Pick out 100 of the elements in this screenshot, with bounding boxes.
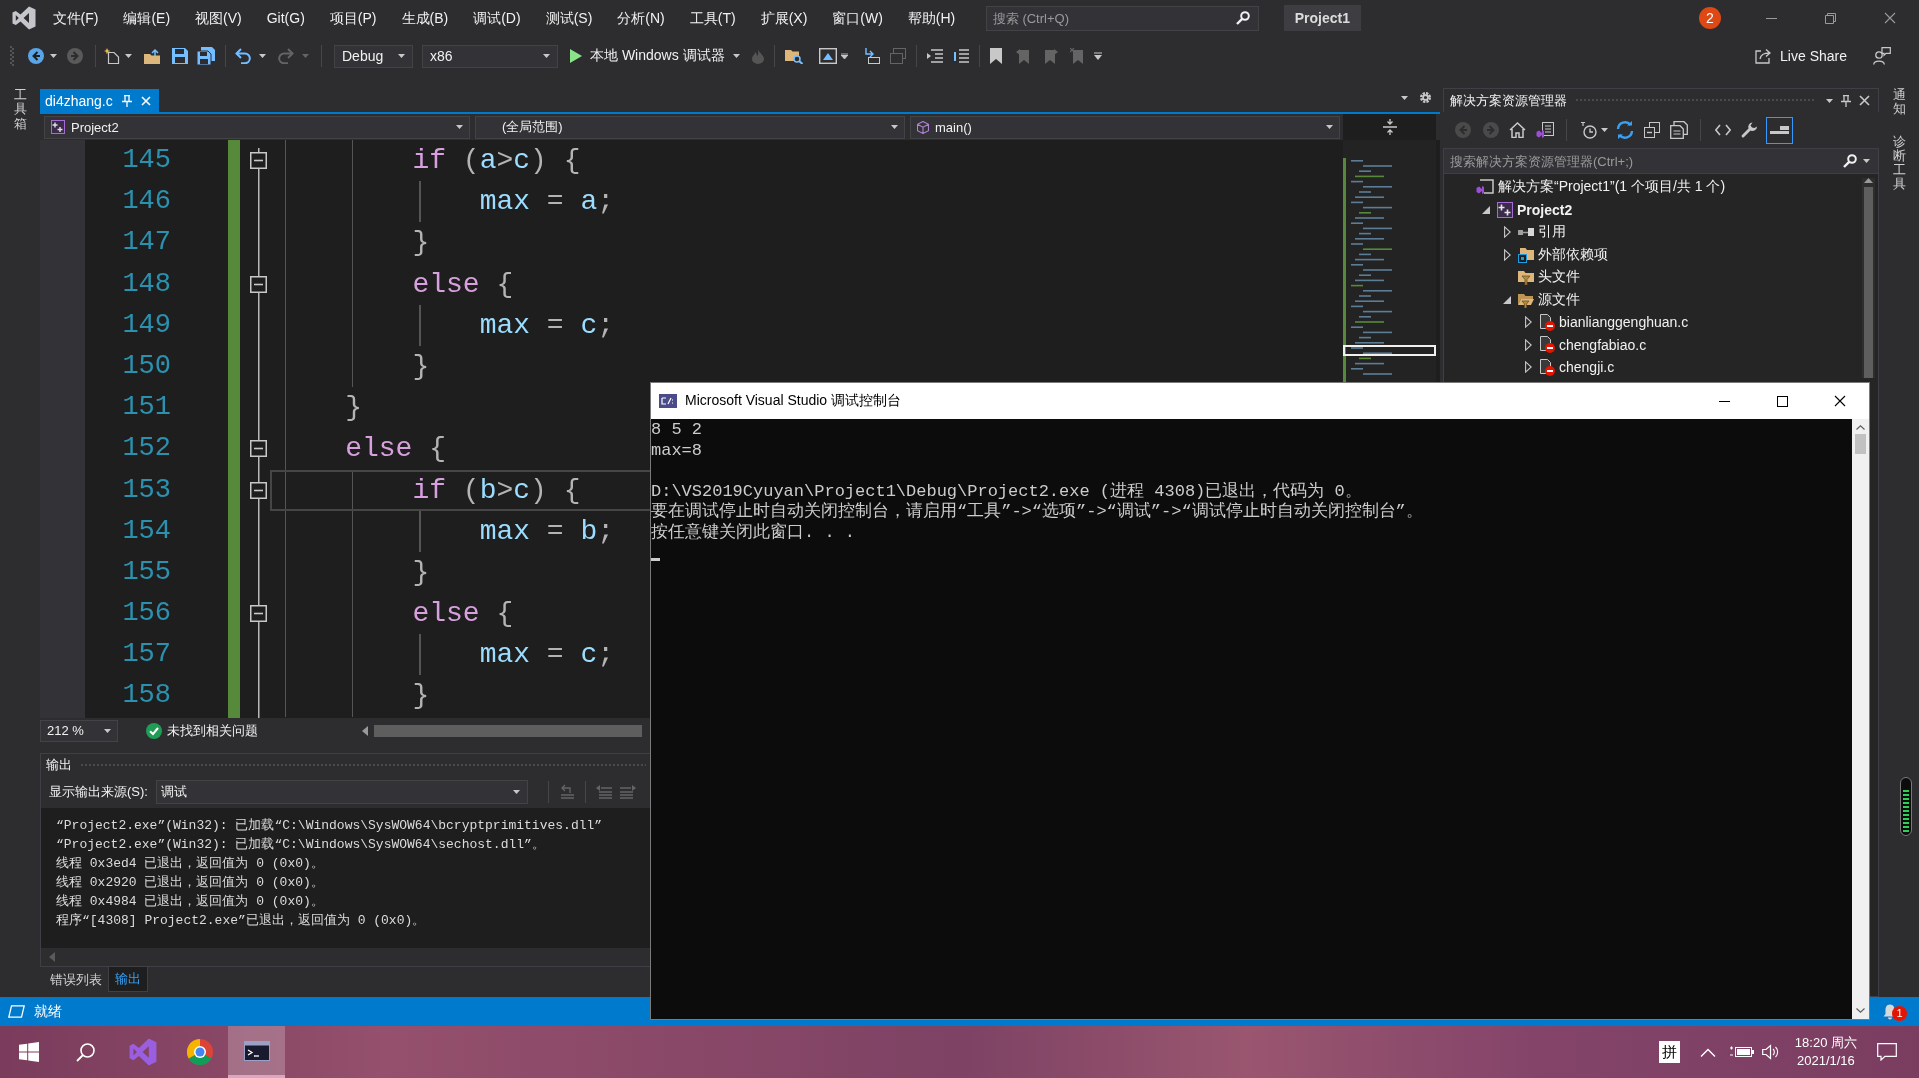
- run-button[interactable]: 本地 Windows 调试器: [570, 47, 740, 65]
- output-source-dropdown[interactable]: 调试: [155, 780, 528, 804]
- menu-item[interactable]: 生成(B): [389, 0, 461, 36]
- minimize-icon[interactable]: [1718, 400, 1730, 402]
- input-method-indicator[interactable]: 拼: [1658, 1041, 1680, 1063]
- caret-icon[interactable]: [543, 54, 550, 58]
- caret-icon[interactable]: [1401, 95, 1408, 100]
- caret-icon[interactable]: [512, 790, 520, 794]
- caret-icon[interactable]: [1326, 125, 1333, 129]
- framed-window-icon[interactable]: [818, 48, 837, 64]
- sync-icon[interactable]: [1616, 121, 1634, 139]
- tree-item[interactable]: chengji.c: [1559, 359, 1615, 376]
- bookmark-icon[interactable]: [989, 48, 1002, 64]
- menu-item[interactable]: 调试(D): [460, 0, 534, 36]
- scroll-up-icon[interactable]: [1856, 425, 1865, 430]
- notification-badge[interactable]: 2: [1699, 7, 1721, 29]
- scrollbar-thumb[interactable]: [1855, 434, 1866, 454]
- caret-icon[interactable]: [398, 54, 405, 58]
- save-all-icon[interactable]: [197, 47, 215, 65]
- history-clock-icon[interactable]: [1581, 121, 1597, 139]
- scroll-left-icon[interactable]: [362, 725, 368, 736]
- tree-item[interactable]: 外部依赖项: [1538, 245, 1608, 264]
- vertical-scrollbar[interactable]: [1852, 419, 1869, 1019]
- menu-item[interactable]: 测试(S): [533, 0, 605, 36]
- menu-item[interactable]: 扩展(X): [748, 0, 820, 36]
- folder-search-icon[interactable]: [784, 48, 803, 64]
- expanded-arrow-icon[interactable]: [1482, 205, 1490, 214]
- member-dropdown[interactable]: main(): [910, 115, 1340, 139]
- scroll-up-icon[interactable]: [1864, 178, 1873, 183]
- back-icon[interactable]: [28, 48, 44, 64]
- panel-tab[interactable]: 输出: [108, 967, 148, 992]
- caret-icon[interactable]: [125, 54, 132, 58]
- menu-item[interactable]: 窗口(W): [819, 0, 896, 36]
- menu-item[interactable]: Git(G): [254, 0, 318, 36]
- side-tab[interactable]: 诊断工具: [1892, 134, 1906, 192]
- scrollbar-thumb[interactable]: [1864, 187, 1873, 378]
- comment-lines-icon[interactable]: [926, 49, 943, 63]
- tree-item[interactable]: bianlianggenghuan.c: [1559, 314, 1689, 331]
- notification-badge[interactable]: 1: [1892, 1005, 1907, 1021]
- preview-toggle[interactable]: [1766, 116, 1793, 144]
- menu-item[interactable]: 分析(N): [604, 0, 678, 36]
- tree-item[interactable]: 头文件: [1538, 268, 1580, 287]
- clock-time[interactable]: 18:20 周六: [1794, 1034, 1857, 1052]
- speaker-icon[interactable]: [1761, 1044, 1779, 1060]
- configuration-dropdown[interactable]: Debug: [334, 44, 413, 68]
- menu-item[interactable]: 项目(P): [317, 0, 389, 36]
- expanded-arrow-icon[interactable]: [1503, 295, 1511, 304]
- home-icon[interactable]: [1509, 122, 1526, 138]
- menu-item[interactable]: 工具(T): [677, 0, 749, 36]
- solution-switch-icon[interactable]: [1536, 121, 1554, 139]
- collapsed-arrow-icon[interactable]: [1503, 248, 1511, 261]
- scrollbar-thumb[interactable]: [374, 724, 642, 737]
- panel-tab[interactable]: 错误列表: [44, 967, 108, 992]
- caret-icon[interactable]: [840, 53, 848, 59]
- battery-icon[interactable]: [1729, 1045, 1754, 1059]
- undo-icon[interactable]: [235, 48, 251, 64]
- vertical-scrollbar[interactable]: [1862, 178, 1875, 378]
- scope-dropdown[interactable]: (全局范围): [475, 115, 905, 139]
- live-share-button[interactable]: Live Share: [1755, 48, 1847, 64]
- collapsed-arrow-icon[interactable]: [1524, 338, 1532, 351]
- tree-item[interactable]: chengfabiao.c: [1559, 336, 1647, 353]
- settings-icon[interactable]: [1419, 91, 1432, 104]
- menu-item[interactable]: 帮助(H): [895, 0, 968, 36]
- caret-icon[interactable]: [732, 54, 740, 58]
- chevron-up-icon[interactable]: [1699, 1047, 1716, 1057]
- wrench-icon[interactable]: [1741, 121, 1758, 139]
- copy-pages-icon[interactable]: [1670, 121, 1688, 139]
- caret-icon[interactable]: [259, 54, 266, 58]
- start-icon[interactable]: [18, 1042, 39, 1062]
- split-editor-button[interactable]: [1343, 114, 1436, 140]
- grip-icon[interactable]: [10, 46, 14, 66]
- caret-icon[interactable]: [1826, 98, 1833, 103]
- caret-icon[interactable]: [50, 54, 57, 58]
- collapsed-arrow-icon[interactable]: [1524, 361, 1532, 374]
- uncomment-lines-icon[interactable]: [952, 49, 969, 63]
- caret-icon[interactable]: [104, 728, 111, 733]
- pin-icon[interactable]: [1841, 94, 1851, 107]
- person-feedback-icon[interactable]: [1873, 47, 1891, 65]
- caret-icon[interactable]: [891, 125, 898, 129]
- side-tab[interactable]: 工具箱: [13, 88, 27, 131]
- collapsed-arrow-icon[interactable]: [1503, 226, 1511, 239]
- notification-center-icon[interactable]: [1877, 1043, 1897, 1061]
- collapse-all-icon[interactable]: [1644, 122, 1660, 138]
- collapsed-arrow-icon[interactable]: [1524, 316, 1532, 329]
- taskbar-app[interactable]: [228, 1026, 285, 1078]
- new-item-icon[interactable]: [104, 48, 120, 64]
- tree-item[interactable]: 引用: [1538, 223, 1566, 242]
- arrow-into-box-icon[interactable]: [863, 48, 880, 64]
- open-folder-icon[interactable]: [144, 48, 160, 64]
- scroll-down-icon[interactable]: [1856, 1008, 1865, 1013]
- save-icon[interactable]: [172, 48, 188, 64]
- collapse-icon[interactable]: [250, 605, 267, 623]
- maximize-icon[interactable]: [1776, 395, 1788, 407]
- project-dropdown[interactable]: Project2: [44, 115, 470, 139]
- collapse-icon[interactable]: [250, 275, 267, 293]
- caret-icon[interactable]: [456, 125, 463, 129]
- menu-item[interactable]: 编辑(E): [110, 0, 183, 36]
- tree-item[interactable]: 源文件: [1538, 290, 1580, 309]
- close-icon[interactable]: [1834, 395, 1846, 407]
- side-tab[interactable]: 通知: [1892, 88, 1906, 117]
